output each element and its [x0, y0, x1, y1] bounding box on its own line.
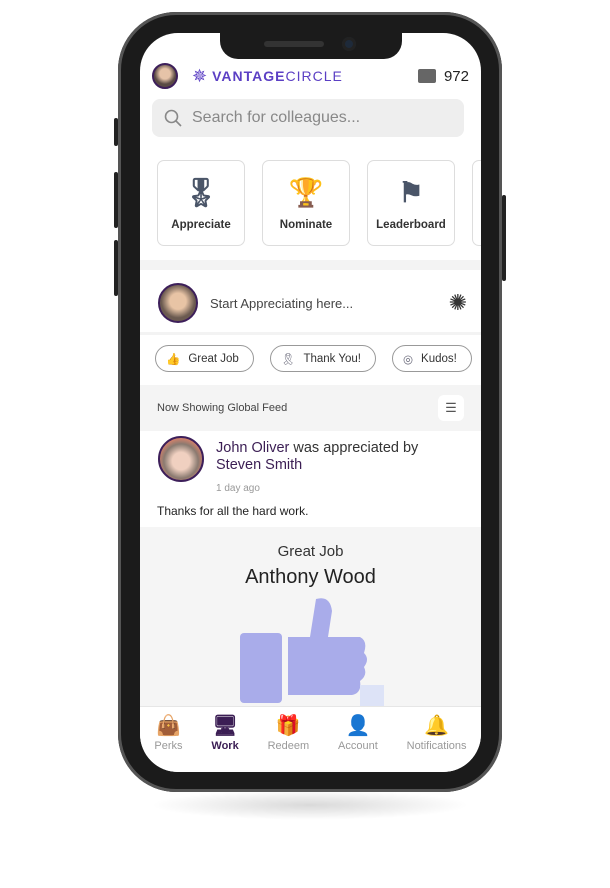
search-placeholder: Search for colleagues... [192, 109, 361, 126]
divider [140, 332, 481, 335]
ribbon-icon: 🎗 [280, 353, 296, 366]
header: ✵ VANTAGE CIRCLE 972 [152, 63, 469, 89]
search-input[interactable]: Search for colleagues... [152, 99, 464, 137]
points-value: 972 [443, 67, 469, 85]
card-name: Anthony Wood [245, 566, 376, 588]
compose-placeholder: Start Appreciating here... [210, 295, 354, 311]
chip-label: Kudos! [421, 352, 457, 365]
compose-appreciation[interactable]: Start Appreciating here... ✺ [158, 281, 467, 325]
post-time: 1 day ago [216, 483, 260, 494]
award-icon[interactable]: ✺ [449, 290, 467, 316]
nav-label: Redeem [267, 740, 310, 752]
speaker [264, 41, 324, 47]
kudos-badge-icon: ◎ [403, 353, 414, 366]
brand-bold: VANTAGE [212, 68, 286, 84]
nav-notifications[interactable]: 🔔 Notifications [407, 713, 467, 772]
user-avatar [158, 283, 198, 323]
quick-chips: 👍 Great Job 🎗 Thank You! ◎ Kudos! [155, 345, 472, 372]
app-screen: ✵ VANTAGE CIRCLE 972 Search for colleague… [140, 33, 481, 772]
side-button [502, 195, 506, 281]
shopping-bag-icon: 👜 [156, 715, 181, 737]
thumbs-up-icon: 👍 [166, 353, 181, 366]
post-verb: was appreciated by [293, 440, 419, 456]
phone-shadow [150, 790, 470, 820]
leaderboard-button[interactable]: ⚑ Leaderboard [367, 160, 455, 246]
divider [140, 260, 481, 270]
side-button [114, 172, 118, 228]
profile-avatar[interactable] [152, 63, 178, 89]
feed-bar: Now Showing Global Feed ☰ [140, 385, 481, 431]
chip-label: Thank You! [303, 352, 361, 365]
nav-label: Account [338, 740, 378, 752]
chip-great-job[interactable]: 👍 Great Job [155, 345, 254, 372]
side-button [114, 240, 118, 296]
search-icon [164, 109, 182, 127]
brand-light: CIRCLE [285, 68, 343, 84]
person-icon: 👤 [345, 715, 371, 737]
appreciate-button[interactable]: 🎖 Appreciate [157, 160, 245, 246]
card-label: Nominate [279, 219, 333, 231]
card-label: Leaderboard [376, 219, 446, 231]
nav-label: Notifications [406, 740, 467, 752]
recipient-name[interactable]: John Oliver [216, 440, 289, 456]
nav-account[interactable]: 👤 Account [338, 713, 378, 772]
chip-label: Great Job [188, 352, 239, 365]
wallet-icon [417, 69, 436, 83]
gift-icon: 🎁 [275, 715, 301, 737]
card-label: Appreciate [171, 219, 231, 231]
nav-perks[interactable]: 👜 Perks [154, 713, 182, 772]
logo-star-icon: ✵ [192, 65, 209, 86]
camera [342, 37, 356, 51]
nav-label: Work [211, 740, 239, 752]
nav-label: Perks [154, 740, 183, 752]
nav-work[interactable]: 🖥 Work [211, 713, 238, 772]
feed-post: John Oliver was appreciated by Steven Sm… [158, 436, 469, 497]
bell-icon: 🔔 [424, 715, 450, 737]
recipient-avatar[interactable] [158, 436, 204, 482]
brand-logo: ✵ VANTAGE CIRCLE [192, 66, 343, 87]
ribbon-award-icon: 🎖 [183, 177, 219, 208]
wallet-points[interactable]: 972 [417, 67, 469, 85]
chip-kudos[interactable]: ◎ Kudos! [392, 345, 472, 372]
sender-name[interactable]: Steven Smith [216, 457, 302, 473]
work-monitor-icon: 🖥 [212, 715, 238, 737]
nav-redeem[interactable]: 🎁 Redeem [268, 713, 310, 772]
leaderboard-icon: ⚑ [398, 177, 424, 208]
notch [220, 33, 402, 59]
action-cards: 🎖 Appreciate 🏆 Nominate ⚑ Leaderboard [157, 160, 481, 246]
more-card[interactable] [472, 160, 481, 246]
chip-thank-you[interactable]: 🎗 Thank You! [269, 345, 376, 372]
appreciation-card: Great Job Anthony Wood [140, 527, 481, 727]
card-title: Great Job [277, 543, 344, 560]
side-button [114, 118, 118, 146]
feed-label: Now Showing Global Feed [157, 402, 288, 414]
trophy-icon: 🏆 [288, 177, 324, 208]
filter-icon[interactable]: ☰ [438, 395, 464, 421]
post-message: Thanks for all the hard work. [157, 504, 309, 518]
thumbs-up-illustration [240, 598, 384, 717]
bottom-nav: 👜 Perks 🖥 Work 🎁 Redeem 👤 Account 🔔 Notificat… [140, 706, 481, 772]
nominate-button[interactable]: 🏆 Nominate [262, 160, 350, 246]
